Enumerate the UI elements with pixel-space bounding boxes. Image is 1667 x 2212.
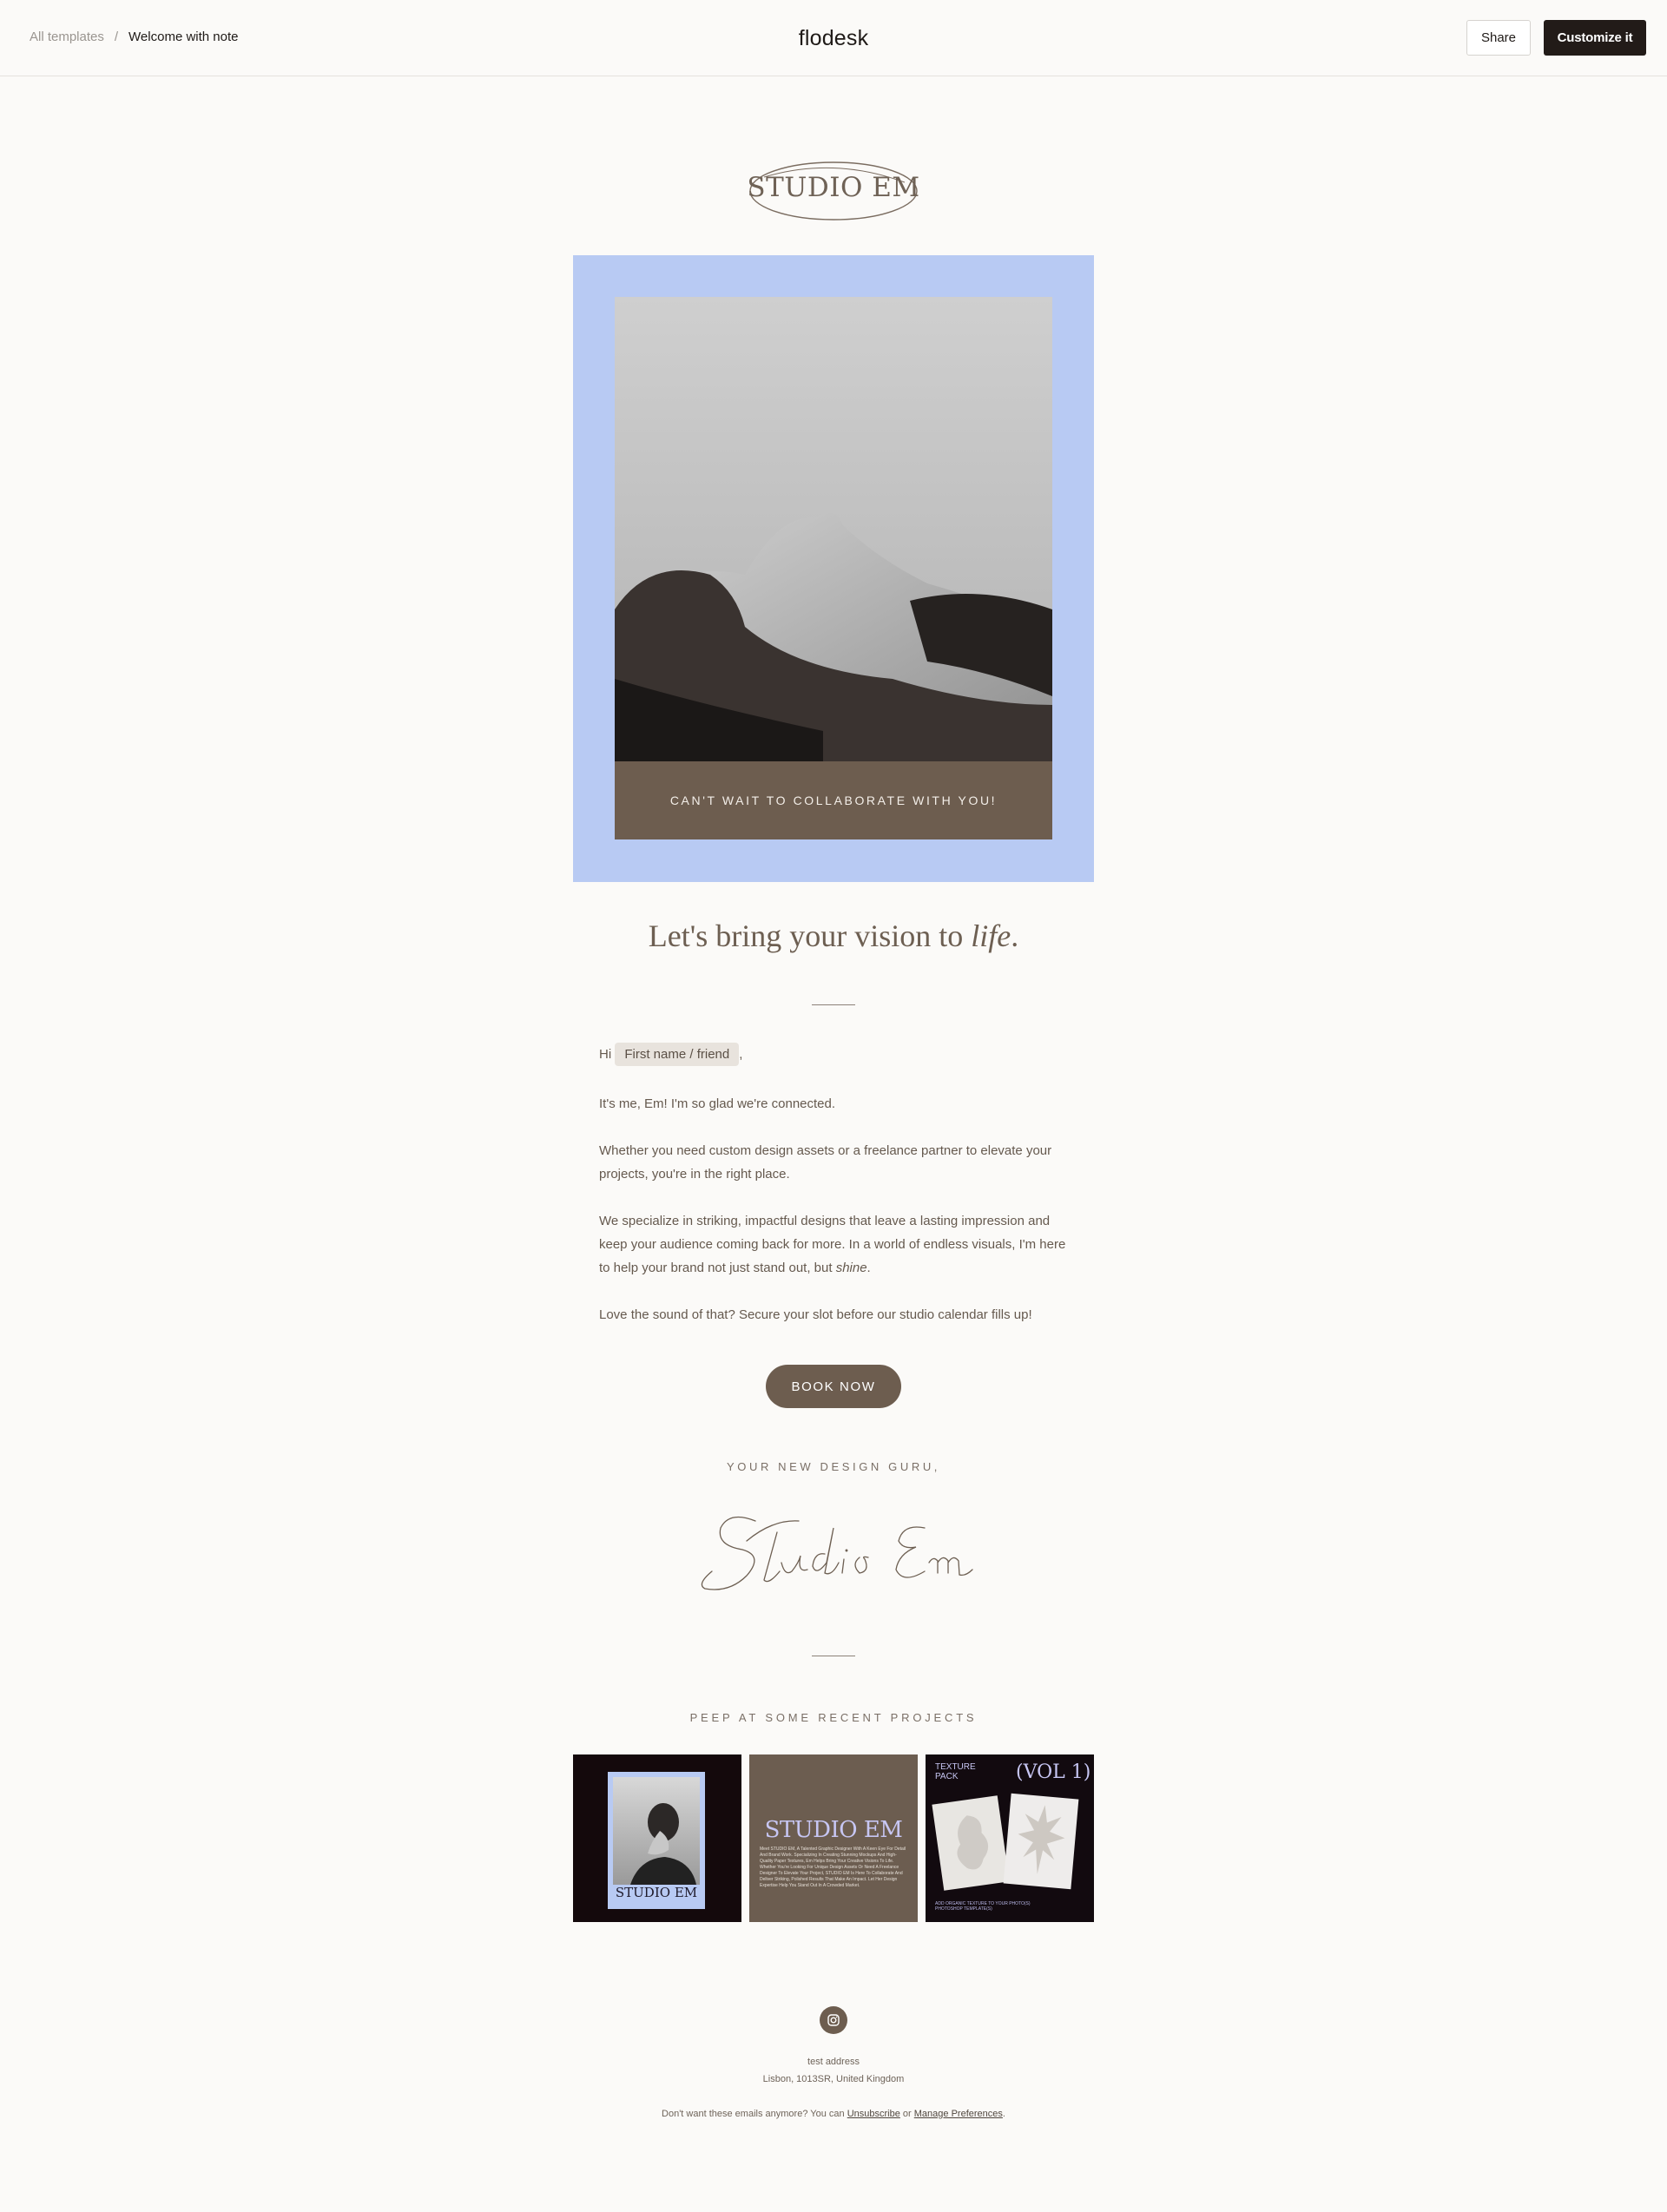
- footer-or: or: [899, 2109, 914, 2119]
- signoff-text: YOUR NEW DESIGN GURU,: [726, 1460, 941, 1473]
- headline-end: .: [1011, 918, 1019, 953]
- footer-unsubscribe-line: Don't want these emails anymore? You can…: [0, 2109, 1667, 2119]
- paragraph-2-line-1: Whether you need custom design assets or…: [599, 1143, 1052, 1158]
- tile-2-body: Meet STUDIO EM, A Talented Graphic Desig…: [760, 1847, 906, 1888]
- project-tile-2[interactable]: STUDIO EM Meet STUDIO EM, A Talented Gra…: [749, 1754, 918, 1922]
- footer-address-line-2: Lisbon, 1013SR, United Kingdom: [762, 2074, 905, 2084]
- paragraph-3-line-2: keep your audience coming back for more.…: [599, 1237, 1066, 1252]
- paragraph-3-line-3: to help your brand not just stand out, b…: [599, 1256, 1085, 1280]
- unsubscribe-link[interactable]: Unsubscribe: [847, 2109, 900, 2119]
- paragraph-1: It's me, Em! I'm so glad we're connected…: [599, 1096, 836, 1111]
- top-bar: All templates / Welcome with note flodes…: [0, 0, 1667, 76]
- paragraph-2-line-2: projects, you're in the right place.: [599, 1167, 790, 1182]
- section-divider: [812, 1004, 855, 1005]
- greeting-suffix: ,: [739, 1047, 743, 1062]
- studio-em-signature: [701, 1516, 973, 1590]
- paragraph-2: Whether you need custom design assets or…: [599, 1139, 1085, 1186]
- tile-1-portrait: [613, 1777, 700, 1885]
- paragraph-3-end: .: [866, 1261, 871, 1275]
- customize-button[interactable]: Customize it: [1544, 20, 1646, 56]
- hero-caption: CAN'T WAIT TO COLLABORATE WITH YOU!: [615, 761, 1052, 839]
- tile-3-label: TEXTURE PACK: [935, 1762, 976, 1781]
- footer-unsub-prefix: Don't want these emails anymore? You can: [662, 2109, 847, 2119]
- tile-3-paper-2: [1003, 1793, 1079, 1890]
- headline-italic: life: [971, 918, 1011, 953]
- paragraph-3-line-3-text: to help your brand not just stand out, b…: [599, 1261, 836, 1275]
- paragraph-3-italic: shine: [835, 1261, 867, 1275]
- tile-3-paper-1: [932, 1795, 1010, 1891]
- manage-preferences-link[interactable]: Manage Preferences: [914, 2109, 1003, 2119]
- greeting-line: Hi First name / friend,: [599, 1043, 1085, 1066]
- instagram-icon[interactable]: [820, 2006, 847, 2034]
- book-now-button[interactable]: BOOK NOW: [766, 1365, 901, 1408]
- projects-heading: PEEP AT SOME RECENT PROJECTS: [689, 1711, 978, 1724]
- studio-em-logo-text: STUDIO EM: [747, 172, 920, 203]
- tile-3-title: (VOL 1): [1016, 1761, 1091, 1783]
- paragraph-3: We specialize in striking, impactful des…: [599, 1209, 1085, 1280]
- brand-logo[interactable]: flodesk: [0, 26, 1667, 51]
- project-tile-1[interactable]: STUDIO EM: [573, 1754, 741, 1922]
- project-tile-3[interactable]: TEXTURE PACK (VOL 1) ADD ORGANIC TEXTURE…: [926, 1754, 1094, 1922]
- paragraph-3-line-1: We specialize in striking, impactful des…: [599, 1214, 1051, 1228]
- headline-text: Let's bring your vision to: [648, 918, 972, 953]
- footer-address-line-1: test address: [807, 2057, 860, 2067]
- tile-1-title: STUDIO EM: [615, 1885, 698, 1900]
- footer-end: .: [1002, 2109, 1005, 2119]
- share-button[interactable]: Share: [1466, 20, 1531, 56]
- paragraph-4: Love the sound of that? Secure your slot…: [599, 1307, 1032, 1322]
- hero-portrait-photo: [615, 297, 1052, 761]
- first-name-merge-tag[interactable]: First name / friend: [615, 1043, 740, 1066]
- tile-3-caption: ADD ORGANIC TEXTURE TO YOUR PHOTO(S) PHO…: [935, 1901, 1031, 1912]
- tile-2-title: STUDIO EM: [764, 1817, 903, 1843]
- greeting-prefix: Hi: [599, 1047, 612, 1062]
- email-headline: Let's bring your vision to life.: [0, 918, 1667, 954]
